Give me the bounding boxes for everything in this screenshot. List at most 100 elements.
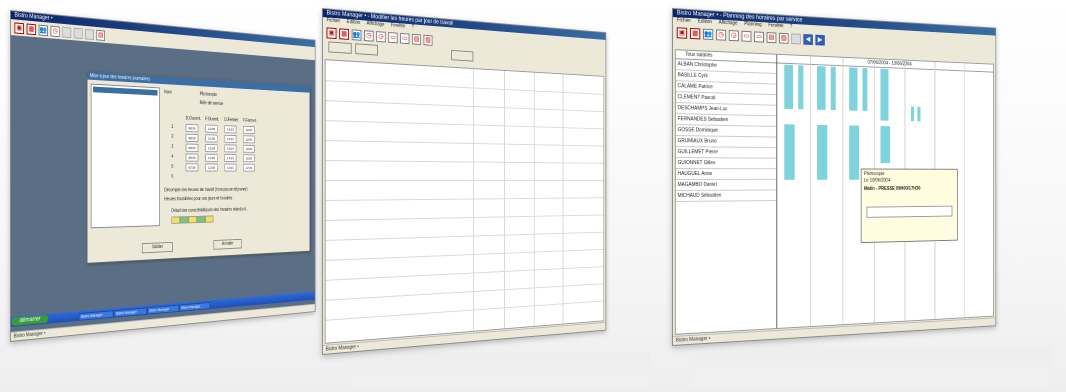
page-icon[interactable]: ▭ <box>741 30 752 42</box>
menu-item[interactable]: Affichage <box>719 20 738 27</box>
people-icon[interactable]: 👥 <box>351 28 362 41</box>
print-icon[interactable]: ▤ <box>766 31 777 43</box>
arrow-left-icon[interactable]: ◀ <box>803 33 813 45</box>
time-field[interactable]: 14:00 <box>224 154 237 163</box>
blank-icon-2[interactable] <box>73 27 83 39</box>
page-icon-2[interactable]: ▭ <box>754 30 764 43</box>
close-doc-icon[interactable]: ▨ <box>778 32 789 44</box>
menu-item[interactable]: Affichage <box>367 21 385 28</box>
time-field[interactable]: 14:00 <box>224 134 237 143</box>
blank-icon[interactable] <box>62 26 72 38</box>
clock-icon[interactable]: ◷ <box>715 28 727 41</box>
time-field[interactable]: 18:00 <box>242 154 255 163</box>
shift-bar[interactable] <box>880 68 889 121</box>
print-icon[interactable]: ▤ <box>411 33 422 45</box>
time-field[interactable]: 08:00 <box>185 143 199 152</box>
employee-row[interactable]: MAGAMBO Daniel <box>675 179 777 191</box>
people-icon[interactable]: 👥 <box>38 24 48 36</box>
nav-action-button[interactable] <box>451 49 474 62</box>
time-field[interactable]: 14:00 <box>224 125 237 134</box>
menu-item[interactable]: Edition <box>698 18 712 25</box>
report-page <box>324 59 605 344</box>
employee-row[interactable]: HAUGUEL Anne <box>675 169 777 180</box>
nav-prev-button[interactable] <box>328 41 352 54</box>
time-field[interactable]: 12:00 <box>205 134 218 143</box>
time-field[interactable]: 14:00 <box>224 163 237 172</box>
time-field[interactable]: 14:00 <box>224 144 237 153</box>
color-cell[interactable] <box>188 215 197 224</box>
time-field[interactable]: 08:00 <box>185 133 199 143</box>
shift-bar[interactable] <box>862 67 868 111</box>
employee-row[interactable]: MICHAUD Sébastien <box>675 190 777 202</box>
menu-item[interactable]: Edition <box>347 19 361 26</box>
time-field[interactable]: 18:00 <box>242 144 255 153</box>
info-line-3: Détail des caractéristiques des horaires… <box>171 206 249 214</box>
role-check-label[interactable]: Rôle de service <box>200 100 224 106</box>
open-icon[interactable]: ▣ <box>326 26 337 39</box>
menu-item[interactable]: ? <box>412 24 414 30</box>
shift-bar[interactable] <box>880 126 891 164</box>
open-icon[interactable]: ▣ <box>14 21 25 34</box>
calendar-icon[interactable]: ▦ <box>689 27 701 39</box>
time-field[interactable]: 12:00 <box>205 144 218 153</box>
tool-icon[interactable] <box>791 32 801 44</box>
shift-bar[interactable] <box>817 124 828 180</box>
time-field[interactable]: 12:00 <box>205 153 218 162</box>
clock-icon[interactable]: ◷ <box>50 25 60 37</box>
time-field[interactable]: 17:00 <box>242 163 255 172</box>
shift-bar[interactable] <box>849 125 860 180</box>
schedule-dialog: Mise à jour des horaires journaliers Nom… <box>86 70 311 264</box>
employee-row[interactable]: GUIONNET Gilles <box>675 158 777 170</box>
taskbar-item[interactable]: Bistro Manager <box>78 310 114 321</box>
taskbar-item[interactable]: Bistro Manager <box>147 304 180 315</box>
menu-item[interactable]: ? <box>790 24 792 30</box>
shift-bar[interactable] <box>910 106 915 122</box>
time-field[interactable]: 18:00 <box>242 135 255 144</box>
menu-item[interactable]: Fenêtre <box>391 23 406 30</box>
annuler-button[interactable]: Annuler <box>213 238 242 250</box>
print-icon[interactable]: ▤ <box>96 29 106 41</box>
color-cell[interactable] <box>179 216 189 224</box>
taskbar-item[interactable]: Bistro Manager <box>113 307 148 318</box>
clock-icon[interactable]: ◷ <box>364 29 374 42</box>
calendar-icon[interactable]: ▦ <box>339 27 350 40</box>
menu-item[interactable]: Fichier <box>327 17 341 24</box>
time-field[interactable]: 08:00 <box>185 153 199 162</box>
menu-item[interactable]: Fenêtre <box>768 23 783 30</box>
shift-bar[interactable] <box>830 66 836 111</box>
people-icon[interactable]: 👥 <box>703 28 714 40</box>
shift-bar[interactable] <box>784 64 793 110</box>
shift-bar[interactable] <box>798 65 804 110</box>
taskbar-item[interactable]: Bistro Manager <box>179 301 211 312</box>
open-icon[interactable]: ▣ <box>676 26 688 39</box>
nav-next-button[interactable] <box>355 43 378 56</box>
planning-grid[interactable]: 07/06/2004 - 13/06/2004 Photocopie Le 10… <box>777 54 994 328</box>
menu-item[interactable]: Planning <box>744 21 761 28</box>
time-field[interactable]: 18:00 <box>242 125 255 134</box>
dialog-list[interactable] <box>90 83 160 229</box>
time-field[interactable]: 08:00 <box>185 123 199 133</box>
valider-button[interactable]: Valider <box>141 241 173 254</box>
arrow-right-icon[interactable]: ▶ <box>815 34 825 46</box>
start-button[interactable]: démarrer <box>11 314 48 326</box>
close-doc-icon[interactable]: ▨ <box>423 34 433 46</box>
shift-bar[interactable] <box>784 124 795 180</box>
employee-row[interactable]: GUILLEMET Pierre <box>675 147 777 159</box>
menu-item[interactable]: Fichier <box>677 17 691 24</box>
shift-bar[interactable] <box>917 106 921 122</box>
blank-icon-3[interactable] <box>85 28 94 40</box>
shift-bar[interactable] <box>849 67 858 111</box>
calendar-icon[interactable]: ▦ <box>26 23 37 35</box>
color-cell[interactable] <box>171 216 180 224</box>
page-icon[interactable]: ▭ <box>388 31 398 43</box>
time-field[interactable]: 07:00 <box>185 163 199 172</box>
color-cell[interactable] <box>205 215 214 223</box>
time-field[interactable]: 12:00 <box>205 124 218 133</box>
dialog-list-selected-row[interactable] <box>93 86 158 96</box>
page-icon-2[interactable]: ▭ <box>400 32 410 44</box>
time-field[interactable]: 12:00 <box>205 163 218 172</box>
shift-bar[interactable] <box>817 66 826 110</box>
color-cell[interactable] <box>196 215 206 224</box>
clock-icon-2[interactable]: ◶ <box>728 29 739 41</box>
clock-icon-2[interactable]: ◶ <box>376 30 386 43</box>
